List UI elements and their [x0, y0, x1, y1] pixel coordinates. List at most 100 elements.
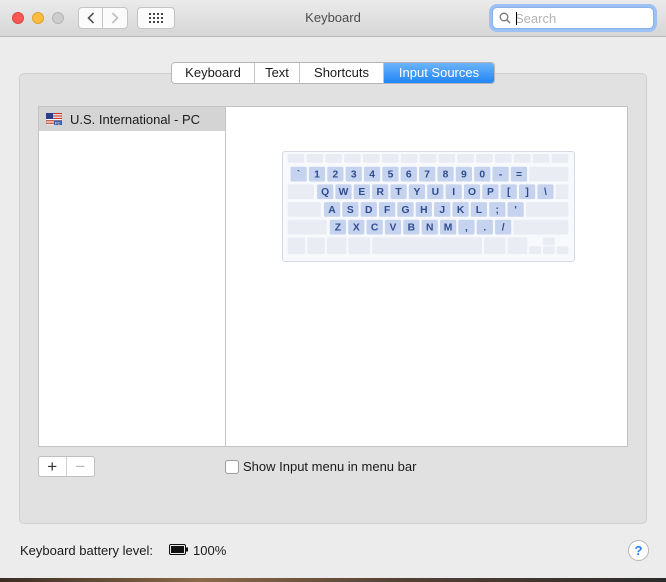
- keyboard-key-label: O: [468, 187, 476, 198]
- keyboard-key-label: 3: [351, 170, 357, 181]
- arrow-key: [542, 246, 555, 255]
- keyboard-key-label: .: [483, 223, 486, 234]
- function-key: [513, 153, 531, 163]
- function-key: [400, 153, 418, 163]
- keyboard-key-label: [: [507, 187, 511, 198]
- function-key: [494, 153, 512, 163]
- keyboard-key-label: D: [365, 205, 372, 216]
- modifier-key: [555, 184, 569, 200]
- arrow-key: [542, 237, 555, 246]
- keyboard-key-label: G: [401, 205, 409, 216]
- add-input-source-button[interactable]: +: [39, 457, 67, 476]
- chevron-right-icon: [111, 12, 119, 24]
- keyboard-layout-preview: ` 1 2 3 4 5 6 7 8 9 0 - = Q W E R T Y U I O P [] \ A S D F G H J K L; ' Z X C…: [282, 151, 575, 262]
- keyboard-key-label: S: [347, 205, 354, 216]
- modifier-key: [529, 166, 569, 182]
- keyboard-key-label: ]: [525, 187, 528, 198]
- keyboard-key-label: 0: [479, 170, 485, 181]
- battery-level-label: Keyboard battery level:: [20, 543, 153, 558]
- keyboard-preview-pane: ` 1 2 3 4 5 6 7 8 9 0 - = Q W E R T Y U I O P [] \ A S D F G H J K L; ' Z X C…: [225, 106, 628, 447]
- control-key: [307, 237, 325, 255]
- keyboard-key-label: =: [516, 170, 522, 181]
- search-field[interactable]: [492, 7, 654, 29]
- keyboard-key-label: ': [514, 205, 516, 216]
- function-key: [476, 153, 493, 163]
- keyboard-key-label: L: [476, 205, 482, 216]
- space-bar: [372, 237, 483, 255]
- option-key: [326, 237, 347, 255]
- battery-full-icon: [169, 544, 188, 555]
- keyboard-key-label: V: [390, 223, 397, 234]
- show-input-menu-checkbox[interactable]: [225, 459, 239, 474]
- function-key: [438, 153, 456, 163]
- keyboard-key-label: N: [426, 223, 433, 234]
- input-source-label: U.S. International - PC: [70, 111, 201, 127]
- keyboard-key-label: -: [499, 170, 503, 181]
- option-key: [507, 237, 528, 255]
- function-key: [306, 153, 324, 163]
- show-input-menu-option[interactable]: Show Input menu in menu bar: [225, 459, 416, 474]
- tab-bar: Keyboard Text Shortcuts Input Sources: [171, 62, 495, 84]
- search-input[interactable]: [515, 10, 649, 26]
- keyboard-key-label: /: [502, 223, 505, 234]
- keyboard-key-label: 1: [314, 170, 320, 181]
- keyboard-key-label: 9: [461, 170, 467, 181]
- svg-text:PC: PC: [55, 120, 61, 125]
- keyboard-key-label: 6: [406, 170, 412, 181]
- arrow-key: [529, 246, 541, 255]
- function-key: [381, 153, 399, 163]
- command-key: [348, 237, 371, 255]
- function-key: [363, 153, 380, 163]
- left-shift-key: [287, 219, 327, 235]
- command-key: [483, 237, 506, 255]
- fn-key: [287, 237, 306, 255]
- keyboard-key-label: J: [439, 205, 445, 216]
- keyboard-key-label: Z: [335, 223, 341, 234]
- input-sources-list[interactable]: PC U.S. International - PC: [38, 106, 226, 447]
- help-button[interactable]: ?: [628, 540, 649, 561]
- chevron-left-icon: [86, 12, 94, 24]
- tab-key: [287, 184, 315, 200]
- function-key: [325, 153, 342, 163]
- close-window-button[interactable]: [12, 12, 24, 24]
- title-bar: Keyboard: [0, 0, 666, 37]
- remove-input-source-button[interactable]: −: [67, 457, 94, 476]
- function-key: [344, 153, 361, 163]
- show-all-button[interactable]: [137, 7, 175, 29]
- keyboard-key-label: X: [353, 223, 360, 234]
- keyboard-key-label: T: [395, 187, 402, 198]
- keyboard-key-label: I: [452, 187, 455, 198]
- keyboard-key-label: P: [487, 187, 494, 198]
- arrow-key: [556, 246, 569, 255]
- modifier-key: [513, 219, 569, 235]
- back-button[interactable]: [78, 7, 103, 29]
- keyboard-key-label: 7: [424, 170, 430, 181]
- add-remove-control: + −: [38, 456, 95, 477]
- tab-keyboard[interactable]: Keyboard: [172, 63, 255, 83]
- keyboard-key-label: \: [544, 187, 547, 198]
- forward-button[interactable]: [103, 7, 128, 29]
- keyboard-key-label: C: [371, 223, 379, 234]
- tab-text[interactable]: Text: [255, 63, 300, 83]
- keyboard-key-label: H: [420, 205, 427, 216]
- tab-input-sources[interactable]: Input Sources: [384, 63, 494, 83]
- list-item[interactable]: PC U.S. International - PC: [39, 107, 225, 131]
- keyboard-key-label: R: [377, 187, 385, 198]
- keyboard-key-label: 5: [388, 170, 394, 181]
- function-key: [419, 153, 437, 163]
- minimize-window-button[interactable]: [32, 12, 44, 24]
- keyboard-key-label: B: [408, 223, 415, 234]
- desktop-edge: [0, 578, 666, 582]
- function-key: [532, 153, 550, 163]
- keyboard-key-label: K: [457, 205, 465, 216]
- text-cursor: [516, 12, 517, 25]
- zoom-window-button: [52, 12, 64, 24]
- function-key: [287, 153, 305, 163]
- show-input-menu-label: Show Input menu in menu bar: [243, 459, 417, 474]
- tab-shortcuts[interactable]: Shortcuts: [300, 63, 384, 83]
- battery-level-value: 100%: [193, 543, 227, 558]
- keyboard-key-label: Q: [321, 187, 329, 198]
- keyboard-key-label: 8: [443, 170, 449, 181]
- modifier-key: [525, 202, 569, 217]
- function-key: [457, 153, 474, 163]
